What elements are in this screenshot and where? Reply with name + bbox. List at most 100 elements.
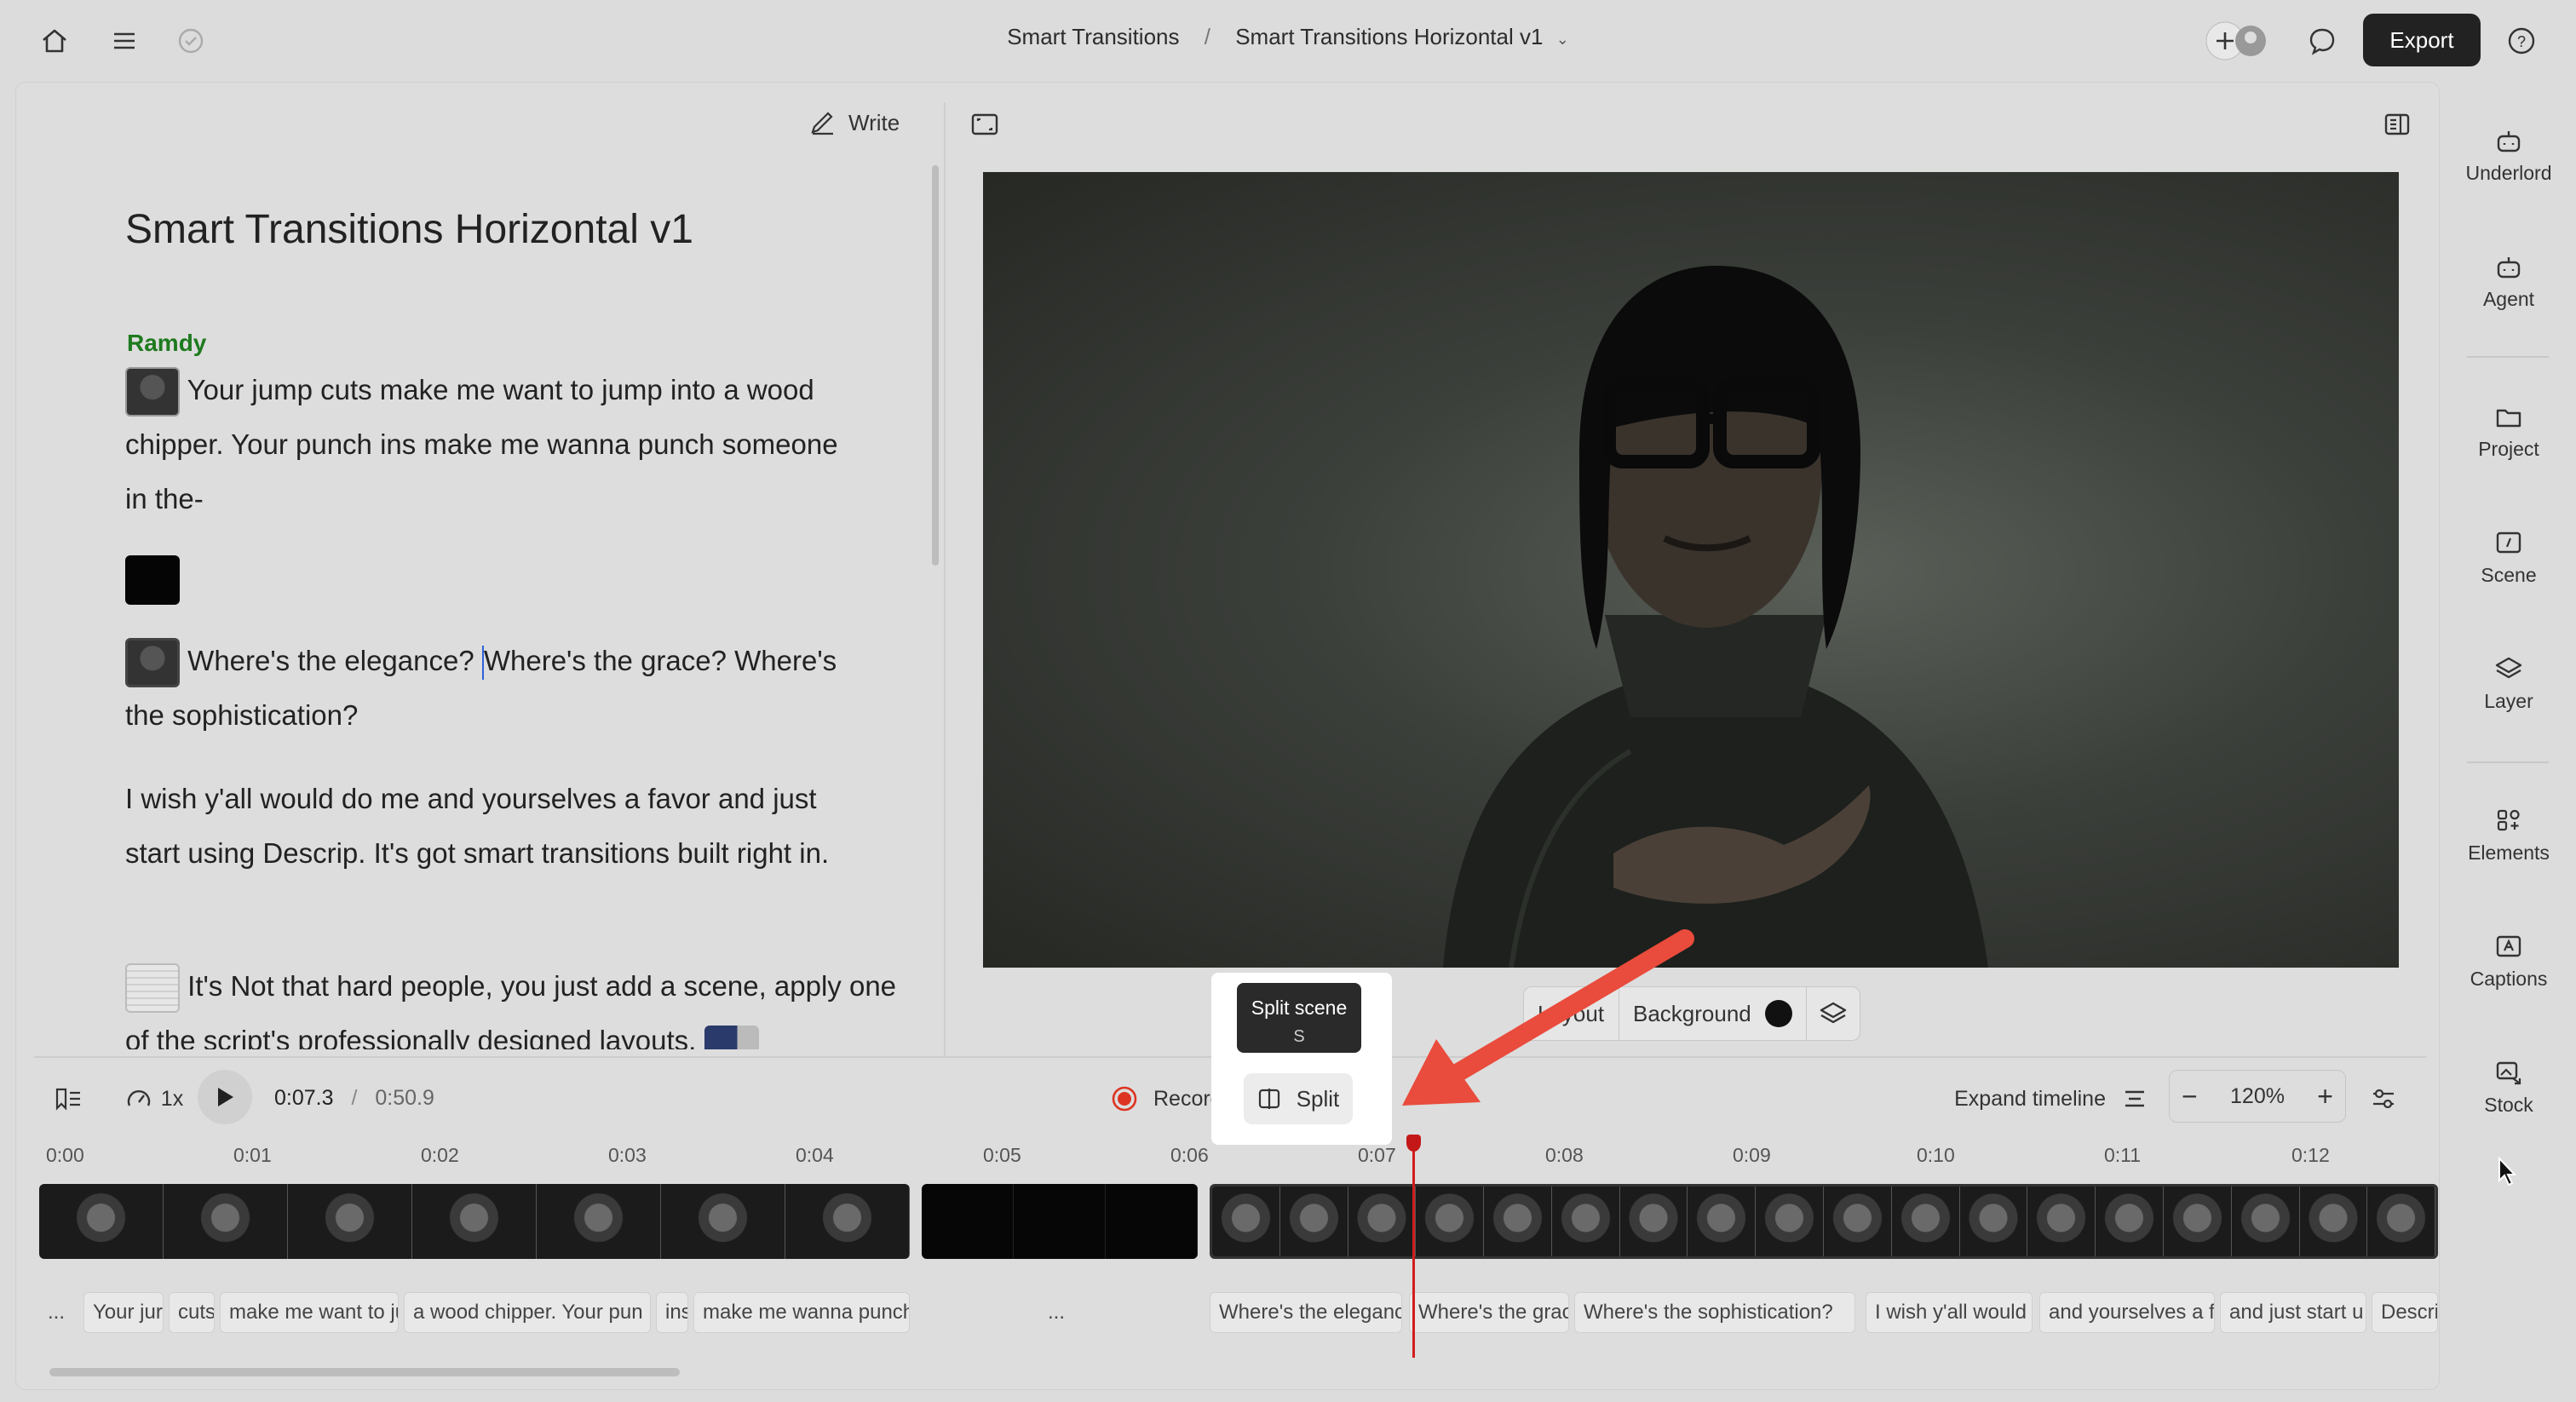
- zoom-out-icon[interactable]: −: [2182, 1081, 2198, 1112]
- word-chip[interactable]: cuts: [169, 1292, 215, 1333]
- rail-layer[interactable]: Layer: [2445, 656, 2573, 713]
- play-button[interactable]: [198, 1070, 252, 1124]
- script-title[interactable]: Smart Transitions Horizontal v1: [125, 206, 693, 253]
- stock-icon: [2496, 1061, 2521, 1085]
- black-clip[interactable]: [922, 1184, 1198, 1259]
- rail-label: Underlord: [2465, 162, 2552, 184]
- elements-icon: [2497, 809, 2520, 831]
- split-button[interactable]: Split: [1244, 1073, 1353, 1124]
- word-chip[interactable]: Where's the grac: [1409, 1292, 1569, 1333]
- time-separator: /: [351, 1086, 358, 1110]
- playhead-handle[interactable]: [1406, 1135, 1421, 1152]
- fullscreen-icon[interactable]: [968, 109, 1002, 140]
- record-icon: [1112, 1086, 1137, 1112]
- rail-elements[interactable]: Elements: [2445, 807, 2573, 865]
- rail-label: Scene: [2481, 564, 2537, 586]
- script-paragraph-2[interactable]: Where's the elegance? Where's the grace?…: [125, 634, 841, 743]
- timeline-settings-icon[interactable]: [2366, 1082, 2401, 1116]
- breadcrumb-composition[interactable]: Smart Transitions Horizontal v1: [1235, 24, 1543, 49]
- rail-project[interactable]: Project: [2445, 404, 2573, 461]
- breadcrumb-separator: /: [1204, 24, 1210, 49]
- script-paragraph-4[interactable]: It's Not that hard people, you just add …: [125, 959, 909, 1049]
- layers-icon[interactable]: [1807, 1000, 1860, 1027]
- video-clip-selected[interactable]: [1210, 1184, 2438, 1259]
- export-button[interactable]: Export: [2363, 14, 2481, 66]
- markers-icon[interactable]: [51, 1082, 85, 1116]
- scene-thumbnail-selected[interactable]: [125, 638, 180, 688]
- ruler-tick: 0:07: [1358, 1144, 1396, 1166]
- rail-label: Stock: [2484, 1094, 2533, 1116]
- paragraph-text: Your jump cuts make me want to jump into…: [125, 374, 838, 514]
- ruler-tick: 0:00: [46, 1144, 84, 1166]
- script-paragraph-3[interactable]: I wish y'all would do me and yourselves …: [125, 772, 841, 881]
- rail-captions[interactable]: Captions: [2445, 934, 2573, 991]
- word-chip[interactable]: make me want to ju: [220, 1292, 399, 1333]
- rail-stock[interactable]: Stock: [2445, 1060, 2573, 1117]
- playback-speed-button[interactable]: 1x: [116, 1082, 193, 1116]
- video-preview[interactable]: [983, 172, 2399, 968]
- toggle-panel-icon[interactable]: [2380, 109, 2414, 140]
- paragraph-text: I wish y'all would do me and yourselves …: [125, 783, 830, 869]
- word-chip[interactable]: and yourselves a f: [2039, 1292, 2215, 1333]
- rail-scene[interactable]: Scene: [2445, 530, 2573, 587]
- word-chip[interactable]: ins: [656, 1292, 688, 1333]
- speed-icon: [127, 1090, 150, 1106]
- video-clip[interactable]: [39, 1184, 910, 1259]
- scene-icon: [2496, 531, 2521, 554]
- script-scrollbar[interactable]: [932, 165, 939, 566]
- playhead[interactable]: [1412, 1136, 1415, 1358]
- ruler-tick: 0:02: [421, 1144, 459, 1166]
- word-chip[interactable]: ...: [1039, 1292, 1090, 1333]
- robot-icon: [2497, 131, 2521, 152]
- ruler-tick: 0:08: [1545, 1144, 1584, 1166]
- zoom-value[interactable]: 120%: [2230, 1084, 2285, 1109]
- captions-icon: [2496, 935, 2521, 957]
- scene-thumbnail[interactable]: [125, 367, 180, 417]
- timeline-scrollbar[interactable]: [49, 1368, 680, 1376]
- scene-thumbnail-black[interactable]: [125, 555, 180, 605]
- word-chip[interactable]: Your jur: [83, 1292, 164, 1333]
- expand-timeline-button[interactable]: Expand timeline: [1942, 1080, 2147, 1118]
- rail-underlord[interactable]: Underlord: [2445, 128, 2573, 185]
- rail-label: Layer: [2484, 690, 2533, 712]
- zoom-in-icon[interactable]: +: [2317, 1081, 2333, 1112]
- layers-icon: [2495, 657, 2522, 679]
- scene-thumbnail-screen[interactable]: [704, 1026, 759, 1049]
- word-chip[interactable]: a wood chipper. Your pun: [404, 1292, 651, 1333]
- scene-thumbnail-layout[interactable]: [125, 963, 180, 1014]
- annotation-arrow: [1402, 929, 1694, 1106]
- background-color-swatch[interactable]: [1764, 1000, 1792, 1027]
- rail-divider: [2467, 356, 2549, 358]
- breadcrumb-project[interactable]: Smart Transitions: [1007, 24, 1179, 49]
- ruler-tick: 0:09: [1733, 1144, 1771, 1166]
- pane-divider[interactable]: [944, 102, 946, 1056]
- word-chip[interactable]: Where's the eleganc: [1210, 1292, 1402, 1333]
- timecode: 0:07.3 / 0:50.9: [274, 1086, 434, 1111]
- write-button[interactable]: Write: [809, 106, 911, 140]
- ruler-tick: 0:10: [1917, 1144, 1955, 1166]
- lines-icon: [2125, 1090, 2144, 1107]
- add-collaborator-button[interactable]: [2203, 17, 2271, 65]
- word-chip[interactable]: ...: [39, 1292, 73, 1333]
- expand-timeline-label: Expand timeline: [1954, 1086, 2106, 1111]
- pen-icon: [811, 112, 833, 135]
- tooltip-title: Split scene: [1251, 997, 1348, 1019]
- speaker-label[interactable]: Ramdy: [127, 330, 206, 357]
- word-chip[interactable]: Where's the sophistication?: [1574, 1292, 1855, 1333]
- script-paragraph-4-clip: It's Not that hard people, you just add …: [125, 959, 909, 1049]
- word-chip[interactable]: make me wanna punch: [693, 1292, 910, 1333]
- word-chip[interactable]: Descrip: [2372, 1292, 2438, 1333]
- word-chip[interactable]: I wish y'all would: [1866, 1292, 2033, 1333]
- ruler-tick: 0:01: [233, 1144, 272, 1166]
- word-chip[interactable]: and just start u: [2220, 1292, 2366, 1333]
- script-paragraph-1[interactable]: Your jump cuts make me want to jump into…: [125, 363, 841, 526]
- chevron-down-icon[interactable]: ⌄: [1556, 31, 1569, 48]
- rail-divider: [2467, 761, 2549, 763]
- comment-icon[interactable]: [2305, 24, 2339, 58]
- person-figure: [1443, 266, 1988, 968]
- help-icon[interactable]: ?: [2504, 24, 2539, 58]
- rail-label: Captions: [2470, 968, 2548, 990]
- zoom-control: − 120% +: [2169, 1070, 2346, 1123]
- rail-agent[interactable]: Agent: [2445, 254, 2573, 311]
- ruler-tick: 0:06: [1170, 1144, 1209, 1166]
